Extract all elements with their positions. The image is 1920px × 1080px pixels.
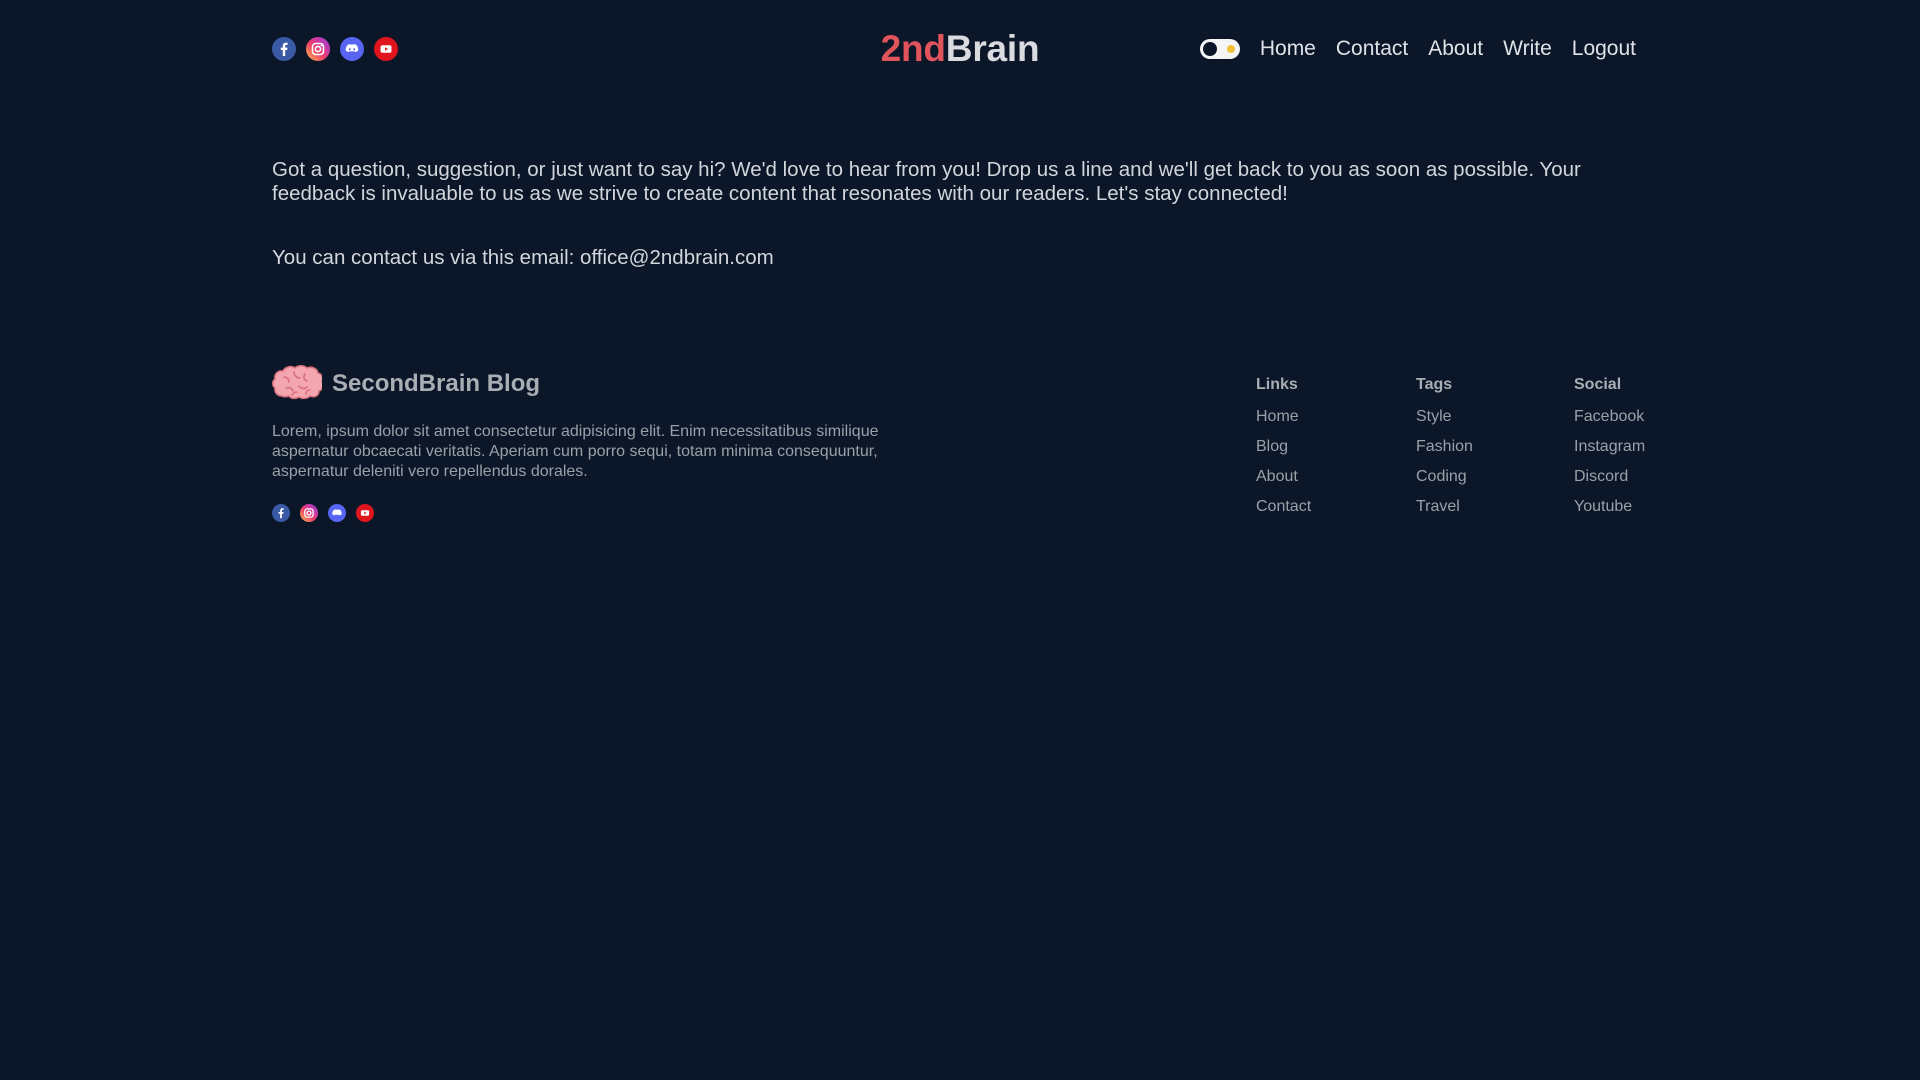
footer-col-title: Social	[1574, 376, 1622, 393]
footer-tag-style[interactable]: Style	[1416, 407, 1473, 427]
logo-accent: 2nd	[880, 28, 946, 69]
footer-social-instagram[interactable]: Instagram	[1574, 437, 1645, 457]
footer-col-links: Links Home Blog About Contact	[1256, 375, 1311, 527]
contact-content: Got a question, suggestion, or just want…	[272, 158, 1640, 270]
discord-icon[interactable]	[328, 504, 346, 522]
footer-col-social: Social Facebook Instagram Discord Youtub…	[1574, 375, 1645, 527]
nav-write[interactable]: Write	[1503, 37, 1552, 61]
theme-toggle[interactable]	[1199, 39, 1240, 59]
footer-social-discord[interactable]: Discord	[1574, 467, 1645, 487]
footer-brand-name: SecondBrain Blog	[332, 370, 541, 397]
header: 2ndBrain Home Contact About Write Logout	[272, 0, 1636, 100]
footer-col-title: Tags	[1416, 376, 1453, 393]
nav-home[interactable]: Home	[1260, 37, 1316, 61]
footer-columns: Links Home Blog About Contact Tags Style…	[1256, 375, 1676, 535]
toggle-knob	[1202, 42, 1217, 56]
contact-page: 2ndBrain Home Contact About Write Logout…	[0, 0, 1920, 1080]
nav-about[interactable]: About	[1428, 37, 1483, 61]
footer-brand-section: SecondBrain Blog Lorem, ipsum dolor sit …	[272, 362, 932, 522]
main-nav: Home Contact About Write Logout	[1199, 37, 1636, 61]
footer-description: Lorem, ipsum dolor sit amet consectetur …	[272, 423, 879, 480]
footer-tag-travel[interactable]: Travel	[1416, 497, 1473, 517]
footer-social-youtube[interactable]: Youtube	[1574, 497, 1645, 517]
nav-logout[interactable]: Logout	[1572, 37, 1636, 61]
footer-social-facebook[interactable]: Facebook	[1574, 407, 1645, 427]
youtube-icon[interactable]	[356, 504, 374, 522]
logo-rest: Brain	[945, 28, 1040, 69]
footer-link-blog[interactable]: Blog	[1256, 437, 1311, 457]
footer-social-links	[272, 504, 932, 522]
facebook-icon[interactable]	[272, 504, 290, 522]
brain-icon	[272, 365, 322, 400]
footer-col-tags: Tags Style Fashion Coding Travel	[1416, 375, 1473, 527]
footer-link-contact[interactable]: Contact	[1256, 497, 1311, 517]
footer-col-title: Links	[1256, 376, 1298, 393]
footer-tag-coding[interactable]: Coding	[1416, 467, 1473, 487]
footer-brand: SecondBrain Blog	[272, 362, 932, 406]
contact-email-line: You can contact us via this email: offic…	[272, 246, 774, 269]
sun-icon	[1226, 45, 1235, 53]
footer-link-about[interactable]: About	[1256, 467, 1311, 487]
nav-contact[interactable]: Contact	[1336, 37, 1408, 61]
footer-tag-fashion[interactable]: Fashion	[1416, 437, 1473, 457]
footer-link-home[interactable]: Home	[1256, 407, 1311, 427]
contact-intro: Got a question, suggestion, or just want…	[272, 158, 1581, 205]
instagram-icon[interactable]	[300, 504, 318, 522]
